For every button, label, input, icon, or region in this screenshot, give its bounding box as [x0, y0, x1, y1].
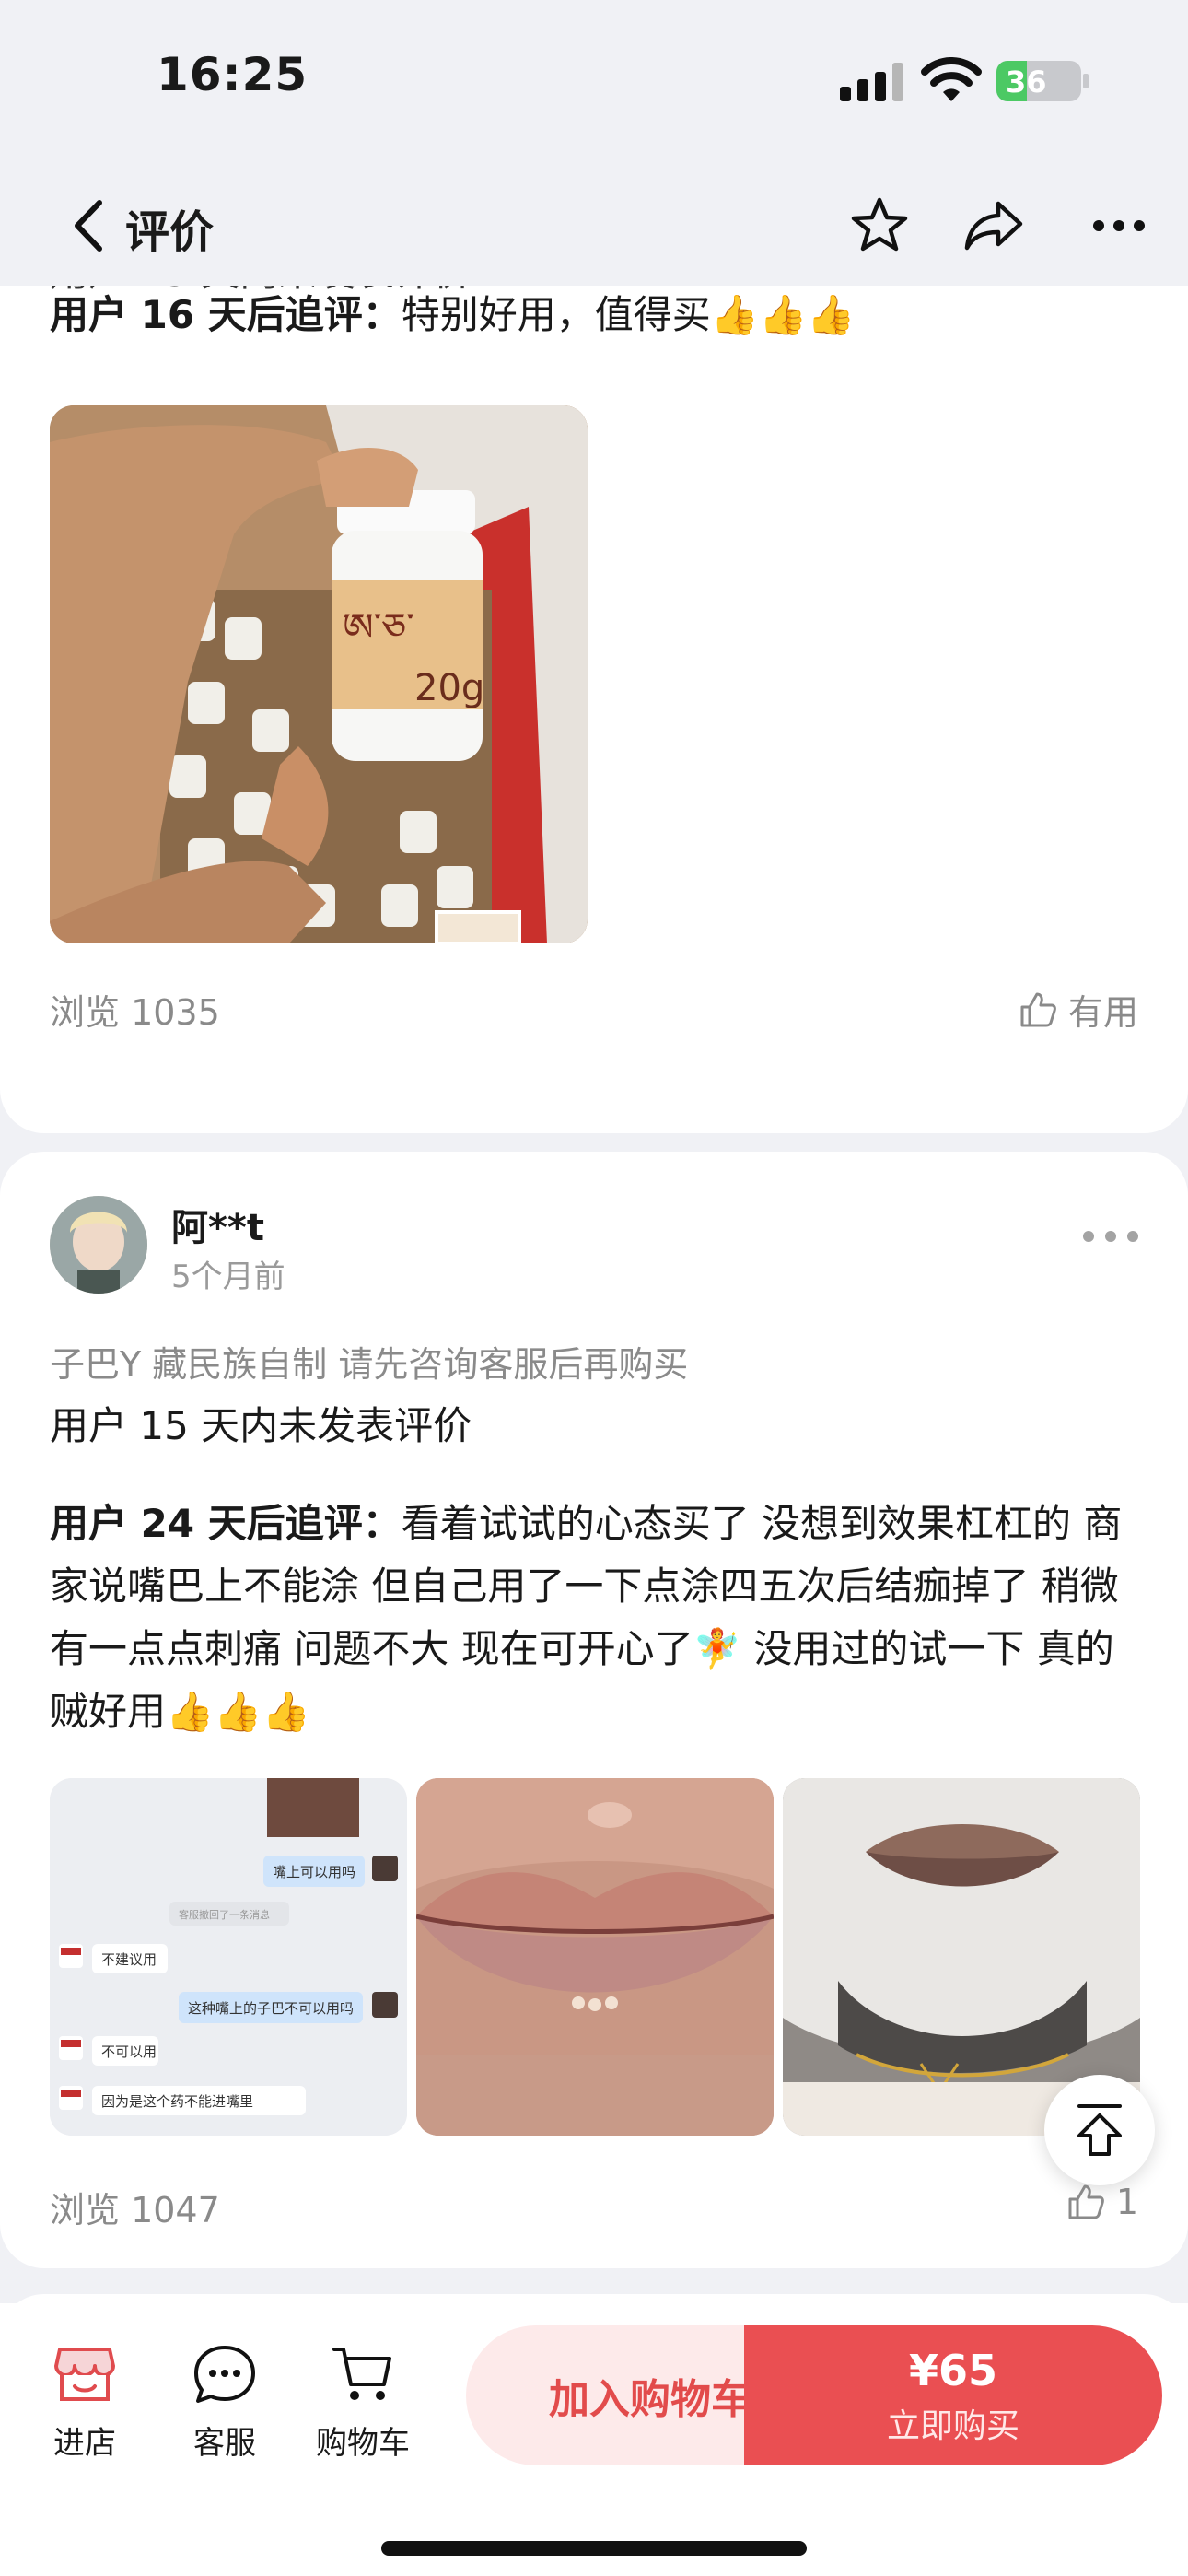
- more-options-icon[interactable]: [1083, 1227, 1138, 1246]
- no-review-text: 用户 15 天内未发表评价: [50, 1403, 472, 1448]
- status-bar: 16:25 36: [0, 0, 1188, 166]
- status-time: 16:25: [157, 48, 309, 101]
- price: ¥65: [908, 2346, 998, 2395]
- bottle-label: 20g: [414, 667, 484, 709]
- nav-bar: 评价: [0, 166, 1188, 286]
- helpful-button[interactable]: 1: [1066, 2182, 1138, 2222]
- customer-service-tab[interactable]: 客服: [169, 2344, 280, 2463]
- cellular-signal-icon: [840, 61, 904, 101]
- scroll-to-top-button[interactable]: [1044, 2075, 1155, 2185]
- helpful-label: 有用: [1067, 992, 1138, 1033]
- product-variant: 子巴Y 藏民族自制 请先咨询客服后再购买: [50, 1344, 689, 1385]
- battery-percent: 36: [1006, 64, 1047, 100]
- wifi-icon: [921, 57, 982, 101]
- review-card: 阿**t 5个月前 子巴Y 藏民族自制 请先咨询客服后再购买 用户 15 天内未…: [0, 1152, 1188, 2268]
- chat-message: 嘴上可以用吗: [273, 1864, 355, 1880]
- cart-label: 购物车: [316, 2425, 410, 2462]
- avatar[interactable]: [50, 1196, 147, 1294]
- home-indicator: [381, 2541, 807, 2556]
- page-title: 评价: [125, 206, 215, 258]
- share-icon[interactable]: [958, 190, 1030, 262]
- chat-icon: [194, 2346, 255, 2403]
- store-tab[interactable]: 进店: [29, 2344, 140, 2463]
- store-label: 进店: [53, 2425, 116, 2462]
- review-list[interactable]: 用户 15 天内未发表评价 用户 16 天后追评：特别好用，值得买👍👍👍: [0, 286, 1188, 2303]
- arrow-up-icon: [1077, 2104, 1122, 2156]
- favorite-star-icon[interactable]: [844, 190, 915, 262]
- followup-label: 用户 16 天后追评：: [50, 292, 402, 337]
- thumbs-up-icon: [1068, 2184, 1104, 2219]
- back-icon[interactable]: [66, 193, 112, 258]
- chat-message: 不可以用: [101, 2043, 157, 2060]
- buy-now-label: 立即购买: [886, 2407, 1019, 2445]
- view-count: 浏览 1035: [50, 992, 220, 1033]
- followup-text: 特别好用，值得买👍👍👍: [401, 292, 856, 337]
- helpful-count: 1: [1115, 2182, 1138, 2222]
- battery-cap: [1083, 74, 1089, 88]
- chat-message: 客服撤回了一条消息: [179, 1908, 270, 1921]
- helpful-button[interactable]: 有用: [1019, 984, 1138, 1035]
- review-card: [0, 2294, 1188, 2303]
- followup-review: 用户 24 天后追评：看着试试的心态买了 没想到效果杠杠的 商家说嘴巴上不能涂 …: [50, 1493, 1136, 1743]
- svg-text:ཨ་ཅ་: ཨ་ཅ་: [343, 604, 414, 650]
- username[interactable]: 阿**t: [171, 1198, 264, 1251]
- battery-icon: 36: [996, 61, 1081, 101]
- thumbs-up-icon: [1020, 992, 1056, 1026]
- chat-message: 这种嘴上的子巴不可以用吗: [188, 2000, 354, 2017]
- review-photo[interactable]: [416, 1778, 774, 2136]
- cart-icon: [332, 2348, 391, 2400]
- followup-review: 用户 16 天后追评：特别好用，值得买👍👍👍: [50, 286, 1136, 346]
- chat-message: 因为是这个药不能进嘴里: [101, 2093, 253, 2110]
- cart-tab[interactable]: 购物车: [308, 2344, 418, 2463]
- bottom-action-bar: 进店 客服 购物车 加入购物车 ¥65 立即购买: [0, 2303, 1188, 2576]
- customer-service-label: 客服: [193, 2425, 256, 2462]
- review-photo[interactable]: ཨ་ཅ་ 20g: [50, 405, 588, 943]
- store-icon: [54, 2348, 115, 2401]
- review-time: 5个月前: [171, 1259, 285, 1295]
- view-count: 浏览 1047: [50, 2190, 220, 2231]
- review-card: 用户 15 天内未发表评价 用户 16 天后追评：特别好用，值得买👍👍👍: [0, 286, 1188, 1133]
- buy-now-button[interactable]: ¥65 立即购买: [744, 2325, 1162, 2465]
- followup-label: 用户 24 天后追评：: [50, 1501, 402, 1546]
- more-icon[interactable]: [1083, 190, 1155, 262]
- review-photo[interactable]: 嘴上可以用吗 客服撤回了一条消息 不建议用 这种嘴上的子巴不可以用吗 不可以用 …: [50, 1778, 407, 2136]
- chat-message: 不建议用: [101, 1951, 157, 1968]
